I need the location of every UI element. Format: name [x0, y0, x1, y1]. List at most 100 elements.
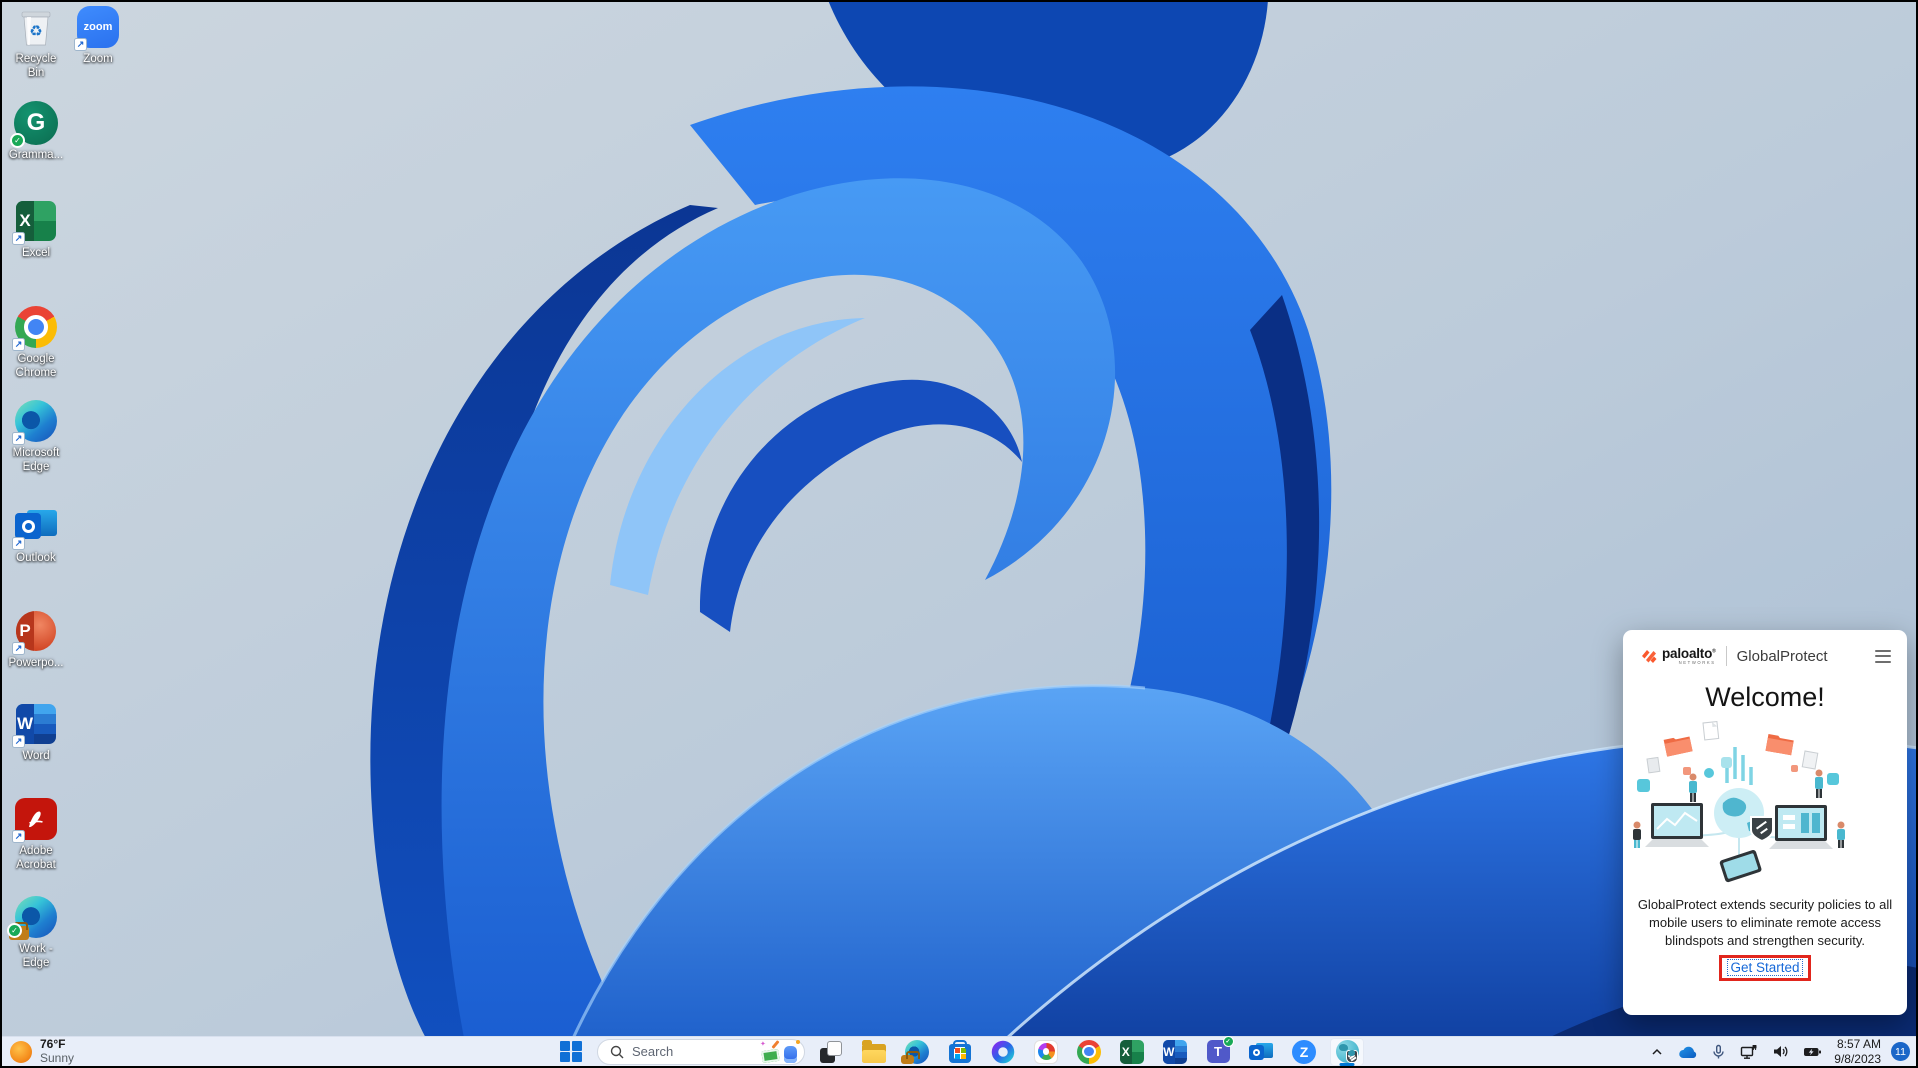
word-icon: W ↗ — [12, 701, 59, 748]
desktop-icon-grammarly[interactable]: G ✓ Gramma... — [6, 100, 66, 162]
hamburger-menu-icon[interactable] — [1873, 648, 1893, 665]
shortcut-arrow-icon: ↗ — [12, 735, 25, 748]
globalprotect-header: paloalto® NETWORKS GlobalProtect — [1623, 630, 1907, 666]
desktop-icon-work-edge[interactable]: ✓ Work - Edge — [6, 894, 66, 971]
taskbar-google-chrome[interactable] — [1072, 1038, 1106, 1066]
word-icon: W — [1163, 1039, 1187, 1064]
weather-widget[interactable]: 76°F Sunny — [10, 1037, 74, 1066]
powerpoint-icon: P ↗ — [12, 608, 59, 655]
desktop-icon-google-chrome[interactable]: ↗ Google Chrome — [6, 304, 66, 381]
start-button[interactable] — [554, 1038, 588, 1066]
network-tray[interactable] — [1738, 1042, 1760, 1062]
shortcut-arrow-icon: ↗ — [12, 232, 25, 245]
taskbar-microsoft-store[interactable] — [943, 1038, 977, 1066]
desktop-icon-powerpoint[interactable]: P ↗ Powerpo... — [6, 608, 66, 670]
welcome-title: Welcome! — [1705, 682, 1825, 712]
shield-icon — [1345, 1050, 1358, 1063]
search-input[interactable] — [632, 1044, 752, 1059]
sun-icon — [10, 1040, 32, 1063]
desktop-icon-word[interactable]: W ↗ Word — [6, 701, 66, 763]
taskbar-file-explorer[interactable] — [857, 1038, 891, 1066]
desktop-icon-label: Work - Edge — [19, 943, 53, 970]
microphone-icon — [1713, 1044, 1724, 1058]
briefcase-icon — [901, 1050, 920, 1064]
desktop-icon-excel[interactable]: X ↗ Excel — [6, 198, 66, 260]
taskbar-teams[interactable]: T ✓ — [1201, 1036, 1235, 1066]
search-highlight-icon[interactable]: ✦ — [760, 1039, 800, 1064]
panel-description: GlobalProtect extends security policies … — [1637, 897, 1893, 949]
microsoft-store-icon — [949, 1039, 971, 1063]
desktop-icon-label: Google Chrome — [15, 353, 57, 380]
tray-time: 8:57 AM — [1836, 1037, 1881, 1052]
desktop-icon-zoom[interactable]: zoom ↗ Zoom — [68, 4, 128, 66]
onedrive-tray[interactable] — [1676, 1043, 1699, 1061]
desktop-icon-label: Excel — [21, 247, 51, 259]
clock[interactable]: 8:57 AM 9/8/2023 — [1834, 1037, 1881, 1066]
product-name: GlobalProtect — [1736, 647, 1828, 665]
task-view-button[interactable] — [814, 1038, 848, 1066]
taskbar-adobe-creative-cloud[interactable] — [1029, 1038, 1063, 1066]
microphone-tray[interactable] — [1709, 1042, 1728, 1062]
search-icon — [610, 1045, 624, 1058]
task-view-icon — [820, 1040, 842, 1063]
shortcut-arrow-icon: ↗ — [74, 38, 87, 51]
taskbar-excel[interactable]: X — [1115, 1038, 1149, 1066]
shortcut-arrow-icon: ↗ — [12, 537, 25, 550]
acrobat-icon: ↗ — [12, 796, 59, 843]
shortcut-arrow-icon: ↗ — [12, 432, 25, 445]
zoom-icon: Z — [1292, 1039, 1316, 1064]
desktop-icon-recycle-bin[interactable]: ♻ Recycle Bin — [6, 4, 66, 81]
desktop-icon-adobe-acrobat[interactable]: ↗ Adobe Acrobat — [6, 796, 66, 873]
taskbar-microsoft-365[interactable] — [986, 1038, 1020, 1066]
tray-date: 9/8/2023 — [1834, 1051, 1881, 1066]
onedrive-cloud-icon — [1679, 1046, 1697, 1058]
volume-tray[interactable] — [1770, 1042, 1791, 1061]
desktop-icon-label: Powerpo... — [8, 657, 64, 669]
battery-charging-icon — [1804, 1047, 1822, 1056]
speaker-icon — [1774, 1046, 1788, 1057]
brand-sub: NETWORKS — [1678, 660, 1716, 666]
get-started-link[interactable]: Get Started — [1727, 958, 1803, 976]
hidden-icons-chevron[interactable] — [1648, 1043, 1666, 1061]
edge-icon: ↗ — [12, 398, 59, 445]
battery-tray[interactable] — [1801, 1043, 1824, 1061]
desktop-icon-label: Gramma... — [8, 149, 64, 161]
desktop-icon-microsoft-edge[interactable]: ↗ Microsoft Edge — [6, 398, 66, 475]
chrome-icon: ↗ — [12, 304, 59, 351]
shortcut-arrow-icon: ↗ — [12, 830, 25, 843]
check-badge-icon: ✓ — [7, 923, 22, 938]
status-available-icon: ✓ — [1222, 1036, 1234, 1047]
paloalto-logo-icon — [1642, 650, 1657, 664]
taskbar-word[interactable]: W — [1158, 1038, 1192, 1066]
globalprotect-icon — [1335, 1040, 1359, 1063]
desktop-icon-outlook[interactable]: ↗ Outlook — [6, 503, 66, 565]
ethernet-network-icon — [1741, 1044, 1757, 1059]
paloalto-brand: paloalto® NETWORKS — [1641, 646, 1716, 666]
desktop-icon-label: Outlook — [16, 552, 56, 564]
desktop-icon-label: Word — [22, 750, 50, 762]
taskbar-edge-work[interactable] — [900, 1038, 934, 1066]
windows-logo-icon — [560, 1040, 582, 1063]
work-edge-icon: ✓ — [7, 894, 59, 940]
taskbar-zoom[interactable]: Z — [1287, 1038, 1321, 1066]
header-divider — [1725, 646, 1727, 666]
outlook-icon: ↗ — [12, 503, 59, 550]
taskbar-outlook[interactable] — [1244, 1038, 1278, 1066]
annotation-highlight-box: Get Started — [1719, 954, 1811, 981]
chrome-icon — [1077, 1039, 1101, 1064]
check-badge-icon: ✓ — [10, 133, 25, 148]
creative-cloud-icon — [1034, 1039, 1058, 1064]
grammarly-icon: G ✓ — [10, 100, 59, 148]
microsoft-365-icon — [991, 1040, 1015, 1063]
search-box[interactable]: ✦ — [597, 1038, 805, 1065]
globalprotect-illustration — [1633, 720, 1845, 883]
outlook-icon — [1249, 1041, 1273, 1063]
excel-icon: X ↗ — [12, 198, 59, 245]
taskbar-globalprotect[interactable] — [1330, 1037, 1364, 1066]
notification-badge[interactable]: 11 — [1891, 1042, 1910, 1061]
excel-icon: X — [1120, 1039, 1144, 1064]
taskbar: 76°F Sunny ✦ — [0, 1036, 1918, 1066]
teams-icon: T ✓ — [1206, 1036, 1234, 1063]
desktop-icon-label: Recycle Bin — [15, 53, 57, 80]
weather-temperature: 76°F — [40, 1036, 66, 1051]
